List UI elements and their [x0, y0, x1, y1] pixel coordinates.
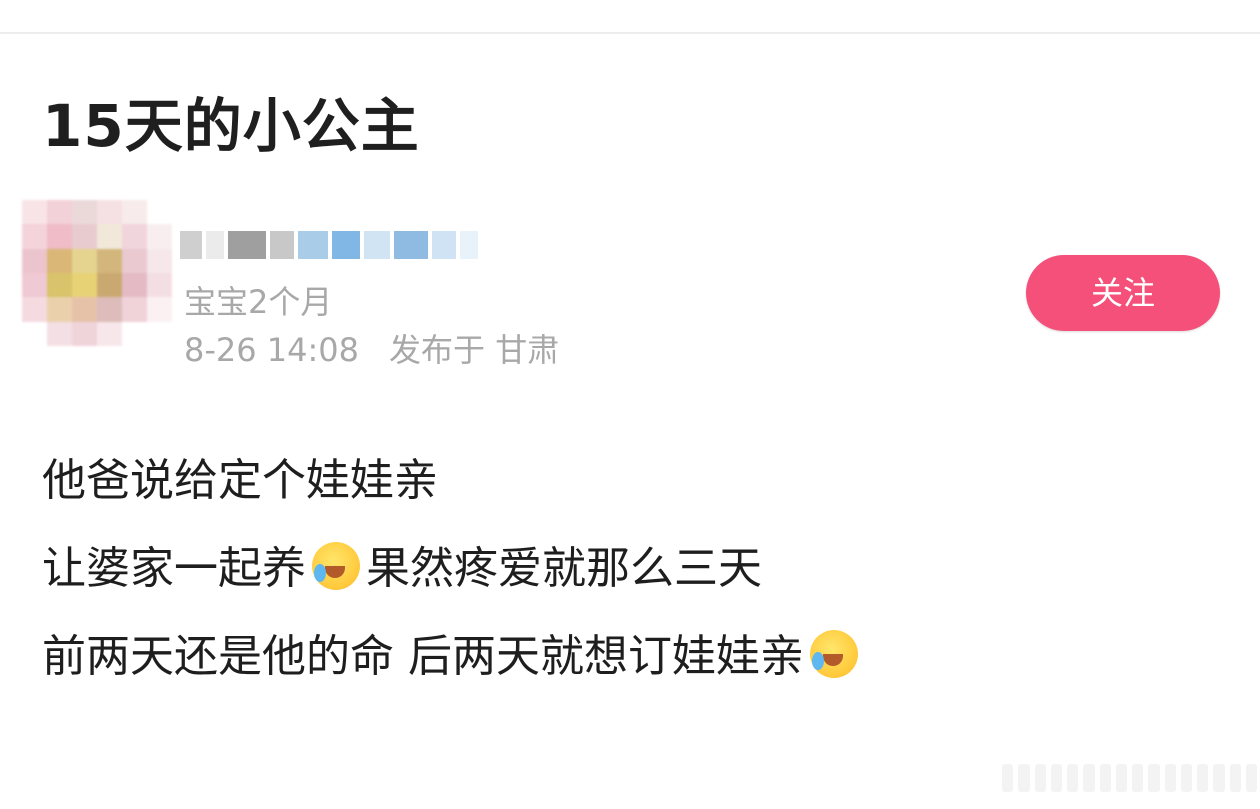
username-blurred[interactable]	[180, 216, 540, 274]
laughing-crying-face-icon	[810, 630, 858, 678]
avatar[interactable]	[22, 200, 172, 346]
follow-button[interactable]: 关注	[1026, 255, 1220, 331]
post-meta: 8-26 14:08 发布于 甘肃	[184, 330, 559, 370]
laughing-crying-face-icon	[312, 542, 360, 590]
body-line: 让婆家一起养 果然疼爱就那么三天	[42, 538, 1222, 626]
body-line: 前两天还是他的命 后两天就想订娃娃亲	[42, 626, 1222, 714]
post-date: 8-26 14:08	[184, 331, 360, 369]
post-body: 他爸说给定个娃娃亲 让婆家一起养 果然疼爱就那么三天 前两天还是他的命 后两天就想…	[42, 450, 1222, 714]
author-section: 宝宝2个月 8-26 14:08 发布于 甘肃 关注	[22, 198, 1242, 378]
body-line: 他爸说给定个娃娃亲	[42, 455, 438, 506]
body-text-segment: 让婆家一起养	[42, 543, 306, 594]
body-text-segment: 果然疼爱就那么三天	[366, 543, 762, 594]
body-text-segment: 前两天还是他的命 后两天就想订娃娃亲	[42, 631, 804, 682]
post-title: 15天的小公主	[42, 92, 420, 160]
watermark	[1002, 758, 1257, 798]
post-location: 发布于 甘肃	[389, 331, 560, 369]
top-divider	[0, 32, 1260, 34]
baby-age-tag: 宝宝2个月	[184, 283, 333, 321]
